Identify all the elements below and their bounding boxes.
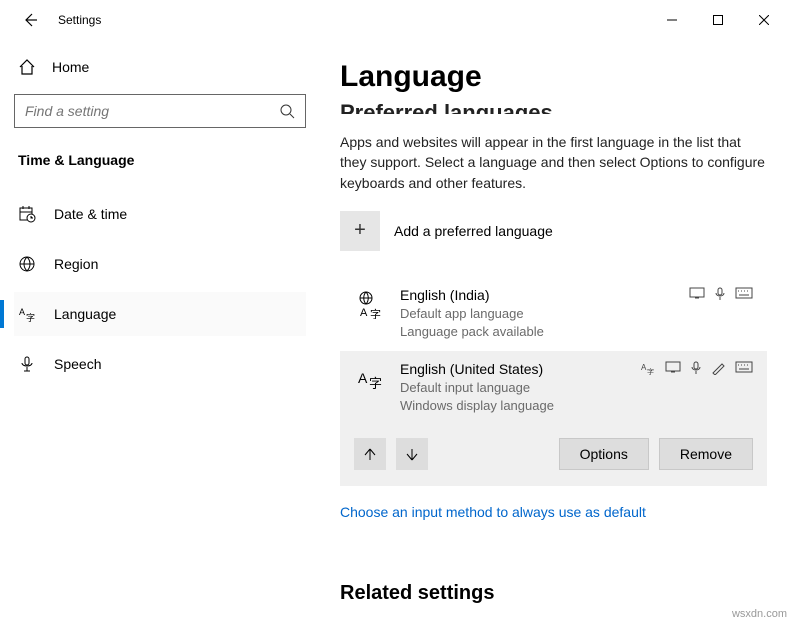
svg-text:A: A xyxy=(19,307,25,317)
watermark: wsxdn.com xyxy=(732,608,787,620)
page-title: Language xyxy=(340,60,767,94)
input-method-link[interactable]: Choose an input method to always use as … xyxy=(340,504,646,520)
svg-text:A: A xyxy=(360,307,368,319)
sidebar-item-datetime[interactable]: Date & time xyxy=(14,192,306,236)
svg-text:字: 字 xyxy=(26,312,35,323)
display-icon xyxy=(665,361,681,375)
feature-icons xyxy=(689,287,753,301)
speech-feat-icon xyxy=(715,287,725,301)
sidebar-item-language[interactable]: A字 Language xyxy=(14,292,306,336)
related-heading: Related settings xyxy=(340,582,767,605)
language-actions: Options Remove xyxy=(340,426,767,486)
home-icon xyxy=(18,58,36,76)
sidebar-item-label: Date & time xyxy=(54,206,127,222)
add-label: Add a preferred language xyxy=(394,223,553,239)
window-title: Settings xyxy=(58,13,101,27)
svg-text:字: 字 xyxy=(369,376,382,391)
display-icon xyxy=(689,287,705,301)
add-language-button[interactable]: + Add a preferred language xyxy=(340,211,767,251)
minimize-button[interactable] xyxy=(649,4,695,36)
section-title: Time & Language xyxy=(14,152,306,192)
search-icon xyxy=(279,103,295,119)
sidebar-item-speech[interactable]: Speech xyxy=(14,342,306,386)
language-sub: Windows display language xyxy=(400,397,753,415)
preferred-heading: Preferred languages xyxy=(340,100,767,114)
globe-icon xyxy=(18,255,36,273)
main-panel: Language Preferred languages Apps and we… xyxy=(320,40,795,626)
handwriting-icon xyxy=(711,361,725,375)
back-icon[interactable] xyxy=(22,12,38,28)
keyboard-icon xyxy=(735,361,753,375)
svg-text:字: 字 xyxy=(370,307,381,319)
search-input[interactable] xyxy=(14,94,306,128)
svg-text:字: 字 xyxy=(647,367,654,375)
language-glyph-icon: A字 xyxy=(354,287,386,341)
home-nav[interactable]: Home xyxy=(14,50,306,94)
remove-button[interactable]: Remove xyxy=(659,438,753,470)
tts-icon: A字 xyxy=(641,361,655,375)
description: Apps and websites will appear in the fir… xyxy=(340,132,767,193)
keyboard-icon xyxy=(735,287,753,301)
sidebar-item-label: Language xyxy=(54,306,116,322)
language-item-us[interactable]: A字 English (United States) Default input… xyxy=(340,351,767,425)
language-sub: Default app language xyxy=(400,305,753,323)
language-glyph-icon: A字 xyxy=(354,361,386,415)
feature-icons: A字 xyxy=(641,361,753,375)
speech-feat-icon xyxy=(691,361,701,375)
language-icon: A字 xyxy=(18,305,36,323)
plus-icon: + xyxy=(340,211,380,251)
sidebar: Home Time & Language Date & time Region … xyxy=(0,40,320,626)
microphone-icon xyxy=(18,355,36,373)
move-down-button[interactable] xyxy=(396,438,428,470)
language-sub: Default input language xyxy=(400,379,753,397)
maximize-button[interactable] xyxy=(695,4,741,36)
home-label: Home xyxy=(52,59,89,75)
language-sub: Language pack available xyxy=(400,323,753,341)
language-item-india[interactable]: A字 English (India) Default app language … xyxy=(340,277,767,351)
sidebar-item-region[interactable]: Region xyxy=(14,242,306,286)
titlebar: Settings xyxy=(0,0,795,40)
search-field[interactable] xyxy=(25,103,279,119)
move-up-button[interactable] xyxy=(354,438,386,470)
calendar-clock-icon xyxy=(18,205,36,223)
options-button[interactable]: Options xyxy=(559,438,649,470)
svg-text:A: A xyxy=(358,370,368,386)
sidebar-item-label: Speech xyxy=(54,356,101,372)
close-button[interactable] xyxy=(741,4,787,36)
sidebar-item-label: Region xyxy=(54,256,98,272)
